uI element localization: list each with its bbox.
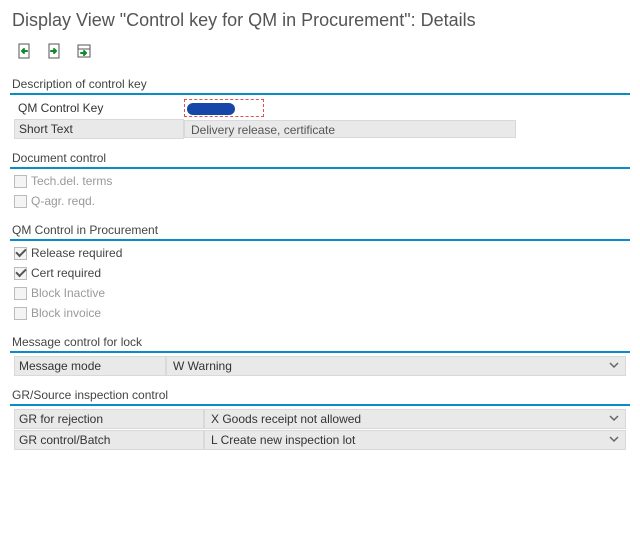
next-entry-icon[interactable] [44,41,64,61]
message-mode-select[interactable]: W Warning [166,356,626,376]
block-inactive-checkbox[interactable] [14,287,27,300]
cert-required-label: Cert required [31,266,101,280]
section-gr-source: GR/Source inspection control GR for reje… [10,386,630,452]
section-message-control-title: Message control for lock [10,333,630,353]
block-inactive-row: Block Inactive [14,283,626,303]
gr-control-batch-value: L Create new inspection lot [211,433,355,447]
qm-control-key-field [184,99,264,117]
section-qm-control-procurement: QM Control in Procurement Release requir… [10,221,630,325]
section-description-title: Description of control key [10,75,630,95]
gr-rejection-value: X Goods receipt not allowed [211,412,361,426]
gr-rejection-label: GR for rejection [14,409,204,429]
section-message-control: Message control for lock Message mode W … [10,333,630,378]
page-title: Display View "Control key for QM in Proc… [0,0,640,39]
q-agr-reqd-label: Q-agr. reqd. [31,194,95,208]
toolbar [0,39,640,69]
chevron-down-icon [609,412,619,426]
section-description: Description of control key QM Control Ke… [10,75,630,141]
message-mode-label: Message mode [14,356,166,376]
gr-rejection-select[interactable]: X Goods receipt not allowed [204,409,626,429]
short-text-label: Short Text [14,119,184,139]
block-invoice-checkbox[interactable] [14,307,27,320]
block-inactive-label: Block Inactive [31,286,105,300]
chevron-down-icon [609,433,619,447]
release-required-label: Release required [31,246,122,260]
section-gr-source-title: GR/Source inspection control [10,386,630,406]
tech-del-terms-checkbox[interactable] [14,175,27,188]
tech-del-terms-label: Tech.del. terms [31,174,112,188]
q-agr-reqd-row: Q-agr. reqd. [14,191,626,211]
release-required-checkbox[interactable] [14,247,27,260]
message-mode-value: W Warning [173,359,232,373]
section-document-control: Document control Tech.del. terms Q-agr. … [10,149,630,213]
short-text-field: Delivery release, certificate [184,120,516,138]
tech-del-terms-row: Tech.del. terms [14,171,626,191]
gr-control-batch-label: GR control/Batch [14,430,204,450]
release-required-row: Release required [14,243,626,263]
q-agr-reqd-checkbox[interactable] [14,195,27,208]
cert-required-checkbox[interactable] [14,267,27,280]
qm-control-key-label: QM Control Key [14,99,184,117]
section-qm-control-procurement-title: QM Control in Procurement [10,221,630,241]
other-entry-icon[interactable] [74,41,94,61]
chevron-down-icon [609,359,619,373]
previous-entry-icon[interactable] [14,41,34,61]
redaction-mark [187,103,235,115]
gr-control-batch-select[interactable]: L Create new inspection lot [204,430,626,450]
section-document-control-title: Document control [10,149,630,169]
block-invoice-row: Block invoice [14,303,626,323]
cert-required-row: Cert required [14,263,626,283]
block-invoice-label: Block invoice [31,306,101,320]
